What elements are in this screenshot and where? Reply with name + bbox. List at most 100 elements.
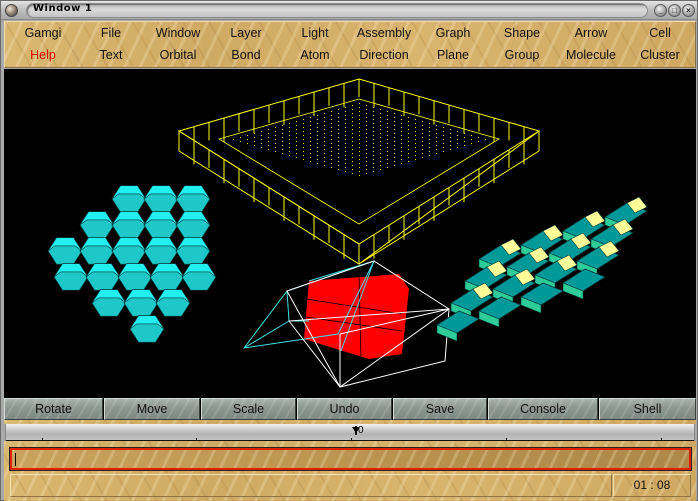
menu-bond[interactable]: Bond xyxy=(231,48,260,62)
lattice-dot xyxy=(359,119,360,120)
lattice-dot xyxy=(408,157,409,158)
lattice-dot xyxy=(317,151,318,152)
lattice-dot xyxy=(380,141,381,142)
lattice-dot xyxy=(296,137,297,138)
rotate-button[interactable]: Rotate xyxy=(4,398,103,420)
lattice-dot xyxy=(317,155,318,156)
lattice-dot xyxy=(317,119,318,120)
lattice-dot xyxy=(366,125,367,126)
minimize-icon[interactable]: _ xyxy=(654,4,667,17)
lattice-dot xyxy=(303,155,304,156)
lattice-dot xyxy=(478,137,479,138)
lattice-dot xyxy=(282,129,283,130)
lattice-dot xyxy=(485,139,486,140)
lattice-dot xyxy=(352,141,353,142)
menu-atom[interactable]: Atom xyxy=(300,48,329,62)
lattice-dot xyxy=(310,117,311,118)
menu-plane[interactable]: Plane xyxy=(437,48,469,62)
title-bar[interactable]: Window 1 _ □ × xyxy=(1,1,697,20)
lattice-dot xyxy=(408,141,409,142)
lattice-dot xyxy=(324,153,325,154)
menu-text[interactable]: Text xyxy=(100,48,123,62)
lattice-dot xyxy=(450,133,451,134)
lattice-dot xyxy=(345,163,346,164)
lattice-dot xyxy=(380,153,381,154)
lattice-dot xyxy=(457,143,458,144)
lattice-dot xyxy=(429,127,430,128)
lattice-dot xyxy=(415,159,416,160)
console-button[interactable]: Console xyxy=(488,398,598,420)
shell-button[interactable]: Shell xyxy=(599,398,696,420)
lattice-dot xyxy=(310,149,311,150)
move-button[interactable]: Move xyxy=(104,398,200,420)
lattice-dot xyxy=(296,133,297,134)
lattice-dot xyxy=(443,143,444,144)
lattice-dot xyxy=(387,155,388,156)
lattice-dot xyxy=(457,135,458,136)
save-button[interactable]: Save xyxy=(393,398,487,420)
lattice-dot xyxy=(282,141,283,142)
menu-direction[interactable]: Direction xyxy=(359,48,408,62)
lattice-dot xyxy=(366,145,367,146)
menu-window[interactable]: Window xyxy=(156,26,200,40)
lattice-dot xyxy=(429,131,430,132)
lattice-dot xyxy=(415,135,416,136)
close-icon[interactable]: × xyxy=(682,4,695,17)
lattice-dot xyxy=(359,143,360,144)
lattice-dot xyxy=(331,119,332,120)
lattice-dot xyxy=(338,141,339,142)
menu-group[interactable]: Group xyxy=(505,48,540,62)
menu-layer[interactable]: Layer xyxy=(230,26,261,40)
window-menu-icon[interactable] xyxy=(5,4,18,17)
lattice-dot xyxy=(443,135,444,136)
menu-shape[interactable]: Shape xyxy=(504,26,540,40)
lattice-dot xyxy=(429,147,430,148)
menu-arrow[interactable]: Arrow xyxy=(575,26,608,40)
undo-button[interactable]: Undo xyxy=(297,398,392,420)
lattice-dot xyxy=(436,153,437,154)
lattice-dot xyxy=(345,143,346,144)
lattice-dot xyxy=(275,135,276,136)
lattice-dot xyxy=(443,147,444,148)
lattice-dot xyxy=(366,157,367,158)
menu-molecule[interactable]: Molecule xyxy=(566,48,616,62)
menu-assembly[interactable]: Assembly xyxy=(357,26,411,40)
lattice-dot xyxy=(240,137,241,138)
yellow-wireframe-lattice xyxy=(177,78,541,265)
lattice-dot xyxy=(331,111,332,112)
menu-orbital[interactable]: Orbital xyxy=(160,48,197,62)
menu-file[interactable]: File xyxy=(101,26,121,40)
lattice-dot xyxy=(268,141,269,142)
lattice-dot xyxy=(296,141,297,142)
lattice-dot xyxy=(317,123,318,124)
lattice-dot xyxy=(268,129,269,130)
lattice-dot xyxy=(366,109,367,110)
graphics-viewport[interactable] xyxy=(4,69,696,398)
lattice-dot xyxy=(296,157,297,158)
menu-cell[interactable]: Cell xyxy=(649,26,671,40)
lattice-dot xyxy=(303,143,304,144)
lattice-dot xyxy=(359,135,360,136)
command-input[interactable] xyxy=(9,447,692,471)
scale-button[interactable]: Scale xyxy=(201,398,296,420)
menu-gamgi[interactable]: Gamgi xyxy=(25,26,62,40)
menu-help[interactable]: Help xyxy=(30,48,56,62)
timeline-slider[interactable]: 0 xyxy=(5,424,695,441)
lattice-dot xyxy=(373,111,374,112)
lattice-dot xyxy=(450,141,451,142)
lattice-dot xyxy=(352,113,353,114)
lattice-dot xyxy=(296,125,297,126)
lattice-dot xyxy=(289,147,290,148)
menu-light[interactable]: Light xyxy=(301,26,328,40)
timeline-marker-label: 0 xyxy=(358,425,364,436)
lattice-dot xyxy=(415,131,416,132)
lattice-dot xyxy=(387,147,388,148)
menu-cluster[interactable]: Cluster xyxy=(640,48,680,62)
lattice-dot xyxy=(359,175,360,176)
menu-graph[interactable]: Graph xyxy=(436,26,471,40)
lattice-dot xyxy=(282,153,283,154)
lattice-dot xyxy=(359,171,360,172)
lattice-dot xyxy=(422,157,423,158)
lattice-dot xyxy=(422,133,423,134)
maximize-icon[interactable]: □ xyxy=(668,4,681,17)
